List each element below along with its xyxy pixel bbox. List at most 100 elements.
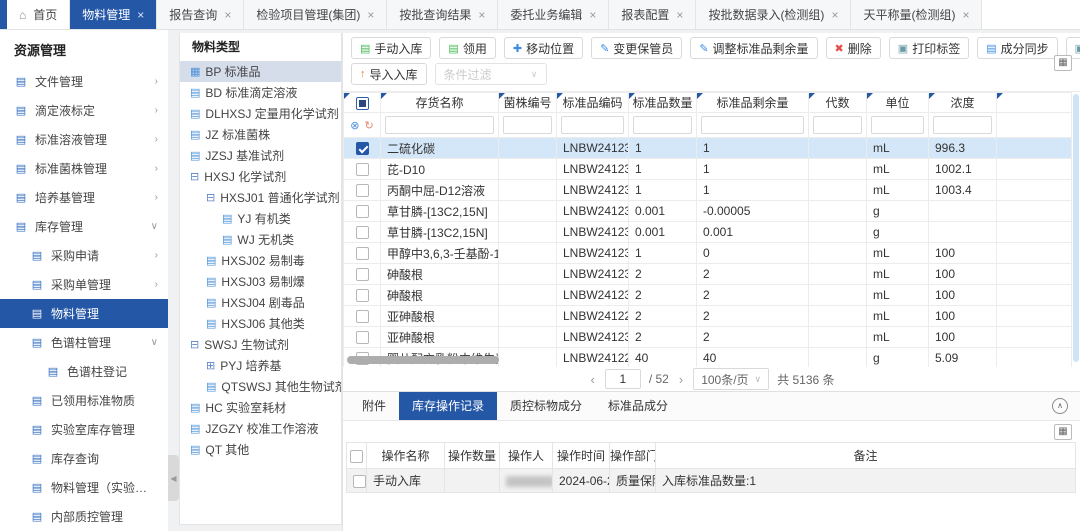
sidebar-item[interactable]: ▤采购单管理› (0, 270, 168, 299)
page-number-input[interactable] (605, 369, 641, 389)
table-row[interactable]: 草甘膦-[13C2,15N]LNBW2412350.0010.001g (344, 222, 1072, 243)
horizontal-scrollbar[interactable] (347, 356, 499, 364)
column-filter-input[interactable] (633, 116, 692, 134)
table-row[interactable]: 芘-D10LNBW24123711mL1002.1 (344, 159, 1072, 180)
row-checkbox[interactable] (356, 226, 369, 239)
close-icon[interactable]: × (478, 8, 485, 22)
page-size-select[interactable]: 100条/页 ∨ (693, 368, 769, 390)
tab-home[interactable]: ⌂ 首页 (7, 0, 70, 29)
tree-node[interactable]: ▤DLHXSJ 定量用化学试剂 (180, 103, 341, 124)
close-icon[interactable]: × (367, 8, 374, 22)
toolbar-button[interactable]: ▣打印标签 (889, 37, 969, 59)
tree-node[interactable]: ▤HXSJ03 易制爆 (180, 271, 341, 292)
toolbar-button[interactable]: ↑导入入库 (351, 63, 427, 85)
sidebar-item[interactable]: ▤文件管理› (0, 67, 168, 96)
tree-node[interactable]: ▤QTSWSJ 其他生物试剂 (180, 376, 341, 397)
column-header[interactable]: 标准品剩余量 (697, 93, 809, 113)
tree-node[interactable]: ⊟HXSJ01 普通化学试剂 (180, 187, 341, 208)
tab-0[interactable]: 物料管理× (70, 0, 157, 29)
column-header[interactable]: 浓度 (929, 93, 997, 113)
detail-tab[interactable]: 附件 (349, 392, 399, 420)
column-header[interactable]: 标准品数量 (629, 93, 697, 113)
row-checkbox[interactable] (356, 310, 369, 323)
sidebar-item[interactable]: ▤库存管理∨ (0, 212, 168, 241)
table-row[interactable]: 丙酮中屈-D12溶液LNBW24123611mL1003.4 (344, 180, 1072, 201)
tab-3[interactable]: 按批查询结果× (387, 0, 498, 29)
close-icon[interactable]: × (962, 8, 969, 22)
toolbar-button[interactable]: ✖删除 (826, 37, 881, 59)
tree-node[interactable]: ⊞PYJ 培养基 (180, 355, 341, 376)
detail-tab[interactable]: 质控标物成分 (497, 392, 595, 420)
condition-filter-select[interactable]: 条件过滤 ∨ (435, 63, 547, 85)
sidebar-item[interactable]: ▤色谱柱管理∨ (0, 328, 168, 357)
toolbar-button[interactable]: ✎调整标准品剩余量 (690, 37, 817, 59)
close-icon[interactable]: × (224, 8, 231, 22)
tree-node[interactable]: ▤YJ 有机类 (180, 208, 341, 229)
column-header[interactable]: 菌株编号 (499, 93, 557, 113)
sidebar-item[interactable]: ▤实验室库存管理 (0, 415, 168, 444)
tree-node[interactable]: ▤JZGZY 校准工作溶液 (180, 418, 341, 439)
close-icon[interactable]: × (589, 8, 596, 22)
collapse-panel-icon[interactable]: ∧ (1052, 398, 1068, 414)
row-checkbox[interactable] (356, 331, 369, 344)
tree-node[interactable]: ▤WJ 无机类 (180, 229, 341, 250)
close-icon[interactable]: × (137, 8, 144, 22)
row-checkbox[interactable] (356, 142, 369, 155)
tree-node[interactable]: ▤HXSJ02 易制毒 (180, 250, 341, 271)
toolbar-button[interactable]: ✎变更保管员 (591, 37, 682, 59)
sidebar-item[interactable]: ▤标准溶液管理› (0, 125, 168, 154)
sidebar-item[interactable]: ▤库存查询 (0, 444, 168, 473)
prev-page-icon[interactable]: ‹ (588, 372, 596, 387)
row-checkbox[interactable] (356, 289, 369, 302)
tree-node[interactable]: ▤JZSJ 基准试剂 (180, 145, 341, 166)
row-checkbox[interactable] (356, 247, 369, 260)
sidebar-item[interactable]: ▤色谱柱登记 (0, 357, 168, 386)
close-icon[interactable]: × (676, 8, 683, 22)
column-filter-input[interactable] (871, 116, 924, 134)
tree-node[interactable]: ▤BD 标准滴定溶液 (180, 82, 341, 103)
tree-node[interactable]: ▤HXSJ04 剧毒品 (180, 292, 341, 313)
sidebar-item[interactable]: ▤培养基管理› (0, 183, 168, 212)
table-row[interactable]: 砷酸根LNBW24123122mL100 (344, 264, 1072, 285)
row-checkbox[interactable] (356, 205, 369, 218)
select-all-checkbox[interactable] (350, 450, 363, 463)
table-row[interactable]: 亚砷酸根LNBW24122922mL100 (344, 306, 1072, 327)
column-filter-input[interactable] (503, 116, 552, 134)
column-header[interactable]: 代数 (809, 93, 867, 113)
row-checkbox[interactable] (356, 163, 369, 176)
row-checkbox[interactable] (353, 475, 366, 488)
next-page-icon[interactable]: › (677, 372, 685, 387)
column-filter-input[interactable] (813, 116, 862, 134)
table-row[interactable]: 二硫化碳LNBW24123811mL996.3 (344, 138, 1072, 159)
toolbar-button[interactable]: ✚移动位置 (504, 37, 583, 59)
vertical-scrollbar[interactable] (1073, 94, 1079, 362)
column-header[interactable]: 存货名称 (381, 93, 499, 113)
tree-node[interactable]: ⊟SWSJ 生物试剂 (180, 334, 341, 355)
detail-tab[interactable]: 库存操作记录 (399, 392, 497, 420)
sidebar-item[interactable]: ▤标准菌株管理› (0, 154, 168, 183)
sidebar-item[interactable]: ▤物料管理（实验室人员） (0, 473, 168, 502)
tab-2[interactable]: 检验项目管理(集团)× (244, 0, 387, 29)
close-icon[interactable]: × (831, 8, 838, 22)
tree-node[interactable]: ▤QT 其他 (180, 439, 341, 460)
table-row[interactable]: 砷酸根LNBW24123222mL100 (344, 285, 1072, 306)
sidebar-collapse-handle[interactable]: ◀ (168, 455, 179, 501)
sidebar-item[interactable]: ▤采购申请› (0, 241, 168, 270)
tab-1[interactable]: 报告查询× (157, 0, 244, 29)
row-checkbox[interactable] (356, 184, 369, 197)
tree-node[interactable]: ▤HC 实验室耗材 (180, 397, 341, 418)
toolbar-button[interactable]: ▤成分同步 (977, 37, 1057, 59)
table-row[interactable]: 亚砷酸根LNBW24123022mL100 (344, 327, 1072, 348)
tree-node[interactable]: ▤JZ 标准菌株 (180, 124, 341, 145)
column-filter-input[interactable] (561, 116, 624, 134)
tree-node[interactable]: ▦BP 标准品 (180, 61, 341, 82)
row-checkbox[interactable] (356, 268, 369, 281)
tab-5[interactable]: 报表配置× (609, 0, 696, 29)
column-settings-icon[interactable]: ▦ (1054, 55, 1072, 71)
column-filter-input[interactable] (933, 116, 992, 134)
column-filter-input[interactable] (701, 116, 804, 134)
sidebar-item[interactable]: ▤已领用标准物质 (0, 386, 168, 415)
reset-filter-icon[interactable]: ↻ (365, 119, 374, 132)
table-row[interactable]: 手动入库2024-06-24质量保障部入库标准品数量:1 (347, 469, 1076, 493)
sidebar-item[interactable]: ▤物料管理 (0, 299, 168, 328)
